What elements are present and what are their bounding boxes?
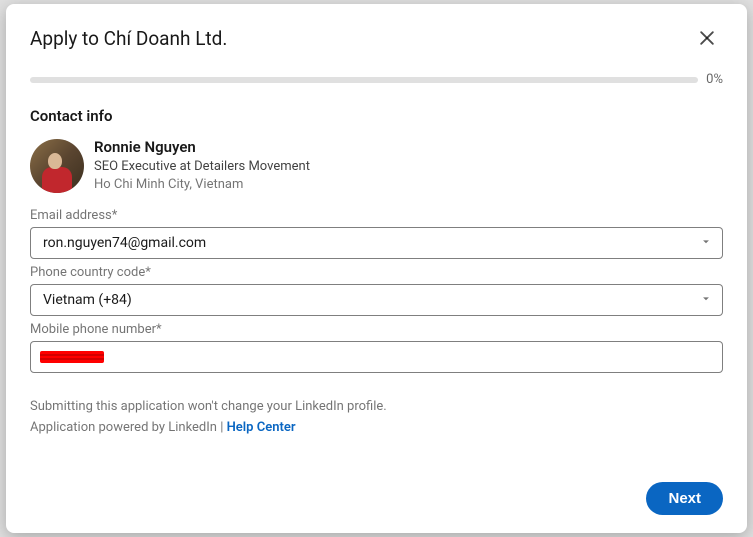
phone-field-group: Mobile phone number* — [6, 316, 747, 373]
progress-track — [30, 77, 698, 83]
close-icon — [697, 28, 717, 48]
progress-bar: 0% — [6, 72, 747, 95]
disclaimer: Submitting this application won't change… — [6, 373, 747, 439]
help-center-link[interactable]: Help Center — [227, 420, 296, 435]
profile-name: Ronnie Nguyen — [94, 137, 310, 158]
country-code-label: Phone country code* — [30, 265, 723, 280]
disclaimer-prefix: Application powered by LinkedIn | — [30, 420, 227, 435]
redacted-phone-mask — [40, 351, 104, 363]
close-button[interactable] — [691, 22, 723, 54]
modal-footer: Next — [6, 468, 747, 533]
section-heading: Contact info — [6, 95, 747, 133]
email-label: Email address* — [30, 208, 723, 223]
applicant-profile: Ronnie Nguyen SEO Executive at Detailers… — [6, 133, 747, 202]
phone-input[interactable] — [30, 341, 723, 373]
disclaimer-line-2: Application powered by LinkedIn | Help C… — [30, 418, 723, 439]
disclaimer-line-1: Submitting this application won't change… — [30, 397, 723, 418]
country-code-field-group: Phone country code* Vietnam (+84) — [6, 259, 747, 316]
next-button[interactable]: Next — [646, 482, 723, 515]
phone-label: Mobile phone number* — [30, 322, 723, 337]
profile-location: Ho Chi Minh City, Vietnam — [94, 176, 310, 194]
email-select[interactable]: ron.nguyen74@gmail.com — [30, 227, 723, 259]
modal-title: Apply to Chí Doanh Ltd. — [30, 27, 227, 50]
profile-text: Ronnie Nguyen SEO Executive at Detailers… — [94, 137, 310, 194]
modal-header: Apply to Chí Doanh Ltd. — [6, 4, 747, 72]
profile-headline: SEO Executive at Detailers Movement — [94, 158, 310, 176]
country-code-select[interactable]: Vietnam (+84) — [30, 284, 723, 316]
avatar — [30, 139, 84, 193]
email-field-group: Email address* ron.nguyen74@gmail.com — [6, 202, 747, 259]
apply-modal: Apply to Chí Doanh Ltd. 0% Contact info … — [6, 4, 747, 533]
progress-label: 0% — [706, 72, 723, 87]
